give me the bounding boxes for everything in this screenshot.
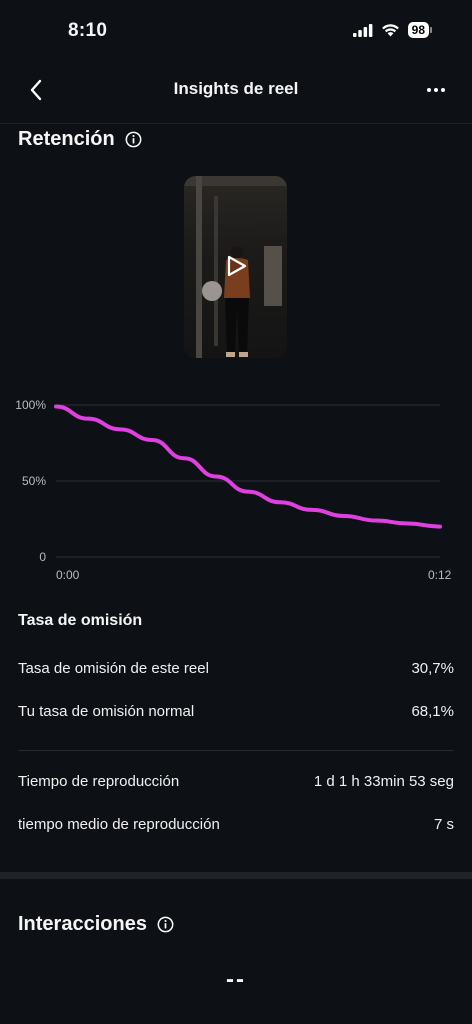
section-divider (18, 750, 454, 751)
avg-playback-time-row: tiempo medio de reproducción 7 s (18, 816, 454, 833)
cellular-signal-icon (352, 23, 373, 37)
nav-divider (0, 123, 472, 124)
status-bar: 8:10 98 (0, 0, 472, 62)
avg-playback-time-label: tiempo medio de reproducción (18, 816, 220, 833)
y-tick-label: 100% (15, 398, 46, 412)
play-icon[interactable] (224, 254, 248, 278)
info-icon[interactable] (125, 131, 142, 148)
status-time: 8:10 (68, 20, 108, 41)
skip-rate-normal-value: 68,1% (411, 703, 454, 720)
playback-time-row: Tiempo de reproducción 1 d 1 h 33min 53 … (18, 773, 454, 790)
interactions-value: -- (226, 966, 246, 993)
playback-time-label: Tiempo de reproducción (18, 773, 180, 790)
thumbnail-machine (264, 246, 282, 306)
status-icons: 98 (352, 22, 432, 38)
interactions-heading: Interacciones (18, 913, 174, 936)
nav-bar: Insights de reel (0, 62, 472, 118)
x-tick-label: 0:12 (428, 568, 452, 582)
interactions-title: Interacciones (18, 913, 147, 935)
skip-rate-row-normal: Tu tasa de omisión normal 68,1% (18, 703, 454, 720)
retention-heading: Retención (18, 128, 142, 151)
skip-rate-normal-label: Tu tasa de omisión normal (18, 703, 195, 720)
page-title: Insights de reel (173, 79, 299, 98)
skip-rate-title: Tasa de omisión (18, 612, 143, 629)
more-horizontal-icon (427, 88, 445, 92)
thick-section-divider (0, 872, 472, 879)
y-tick-label: 0 (39, 550, 46, 564)
retention-chart: 100% 50% 0 0:00 0:12 (15, 398, 452, 582)
y-tick-label: 50% (22, 474, 46, 488)
avg-playback-time-value: 7 s (433, 816, 454, 833)
more-options-button[interactable] (422, 76, 450, 104)
retention-series-line (54, 404, 442, 529)
wifi-icon (381, 24, 399, 37)
skip-rate-reel-label: Tasa de omisión de este reel (18, 660, 209, 677)
thumbnail-weight-plate (202, 281, 222, 301)
x-tick-label: 0:00 (56, 568, 80, 582)
thumbnail-rack-left (196, 176, 202, 358)
info-icon[interactable] (157, 916, 174, 933)
reel-thumbnail[interactable] (184, 176, 287, 358)
skip-rate-reel-value: 30,7% (411, 660, 454, 677)
battery-tip (430, 27, 432, 33)
skip-rate-row-reel: Tasa de omisión de este reel 30,7% (18, 660, 454, 677)
playback-time-value: 1 d 1 h 33min 53 seg (313, 773, 454, 790)
thumbnail-rack-pole (214, 196, 218, 346)
battery-indicator: 98 (407, 22, 432, 38)
retention-title: Retención (18, 128, 115, 150)
battery-level: 98 (407, 22, 429, 38)
